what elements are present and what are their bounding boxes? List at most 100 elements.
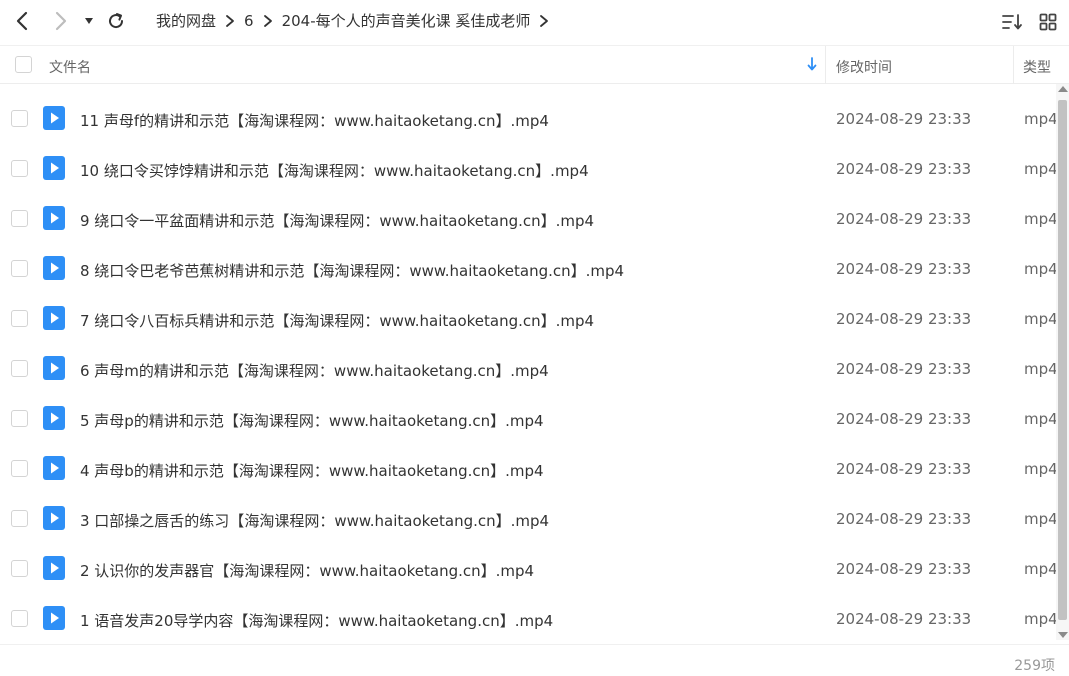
row-checkbox[interactable] <box>11 510 28 527</box>
item-count: 259项 <box>1014 658 1055 674</box>
file-name[interactable]: 1 语音发声20导学内容【海淘课程网：www.haitaoketang.cn】.… <box>80 610 553 631</box>
forward-button[interactable] <box>48 8 74 34</box>
file-type: mp4 <box>1024 310 1056 328</box>
sort-button[interactable] <box>1000 10 1024 34</box>
video-file-icon <box>43 556 65 580</box>
file-list: 11 声母f的精讲和示范【海淘课程网：www.haitaoketang.cn】.… <box>0 94 1056 644</box>
table-row[interactable]: 3 口部操之唇舌的练习【海淘课程网：www.haitaoketang.cn】.m… <box>0 494 1056 544</box>
file-modified-time: 2024-08-29 23:33 <box>836 160 972 178</box>
video-file-icon <box>43 206 65 230</box>
file-modified-time: 2024-08-29 23:33 <box>836 310 972 328</box>
column-header-name[interactable]: 文件名 <box>49 57 91 77</box>
file-name[interactable]: 2 认识你的发声器官【海淘课程网：www.haitaoketang.cn】.mp… <box>80 560 534 581</box>
table-row[interactable]: 11 声母f的精讲和示范【海淘课程网：www.haitaoketang.cn】.… <box>0 94 1056 144</box>
video-file-icon <box>43 306 65 330</box>
chevron-right-icon <box>225 14 235 28</box>
grid-view-icon <box>1039 13 1057 31</box>
footer-divider <box>0 644 1069 645</box>
back-button[interactable] <box>9 8 35 34</box>
breadcrumb-item-folder[interactable]: 6 <box>244 12 254 30</box>
video-file-icon <box>43 506 65 530</box>
file-modified-time: 2024-08-29 23:33 <box>836 360 972 378</box>
caret-down-icon <box>85 18 93 24</box>
file-modified-time: 2024-08-29 23:33 <box>836 510 972 528</box>
column-divider[interactable] <box>1013 46 1014 84</box>
file-modified-time: 2024-08-29 23:33 <box>836 410 972 428</box>
row-checkbox[interactable] <box>11 110 28 127</box>
column-header: 文件名 修改时间 类型 <box>0 45 1069 84</box>
table-row[interactable]: 8 绕口令巴老爷芭蕉树精讲和示范【海淘课程网：www.haitaoketang.… <box>0 244 1056 294</box>
file-modified-time: 2024-08-29 23:33 <box>836 260 972 278</box>
breadcrumb-item-current[interactable]: 204-每个人的声音美化课 奚佳成老师 <box>282 10 531 31</box>
chevron-left-icon <box>16 11 28 31</box>
table-row[interactable]: 2 认识你的发声器官【海淘课程网：www.haitaoketang.cn】.mp… <box>0 544 1056 594</box>
file-modified-time: 2024-08-29 23:33 <box>836 210 972 228</box>
file-type: mp4 <box>1024 260 1056 278</box>
file-name[interactable]: 7 绕口令八百标兵精讲和示范【海淘课程网：www.haitaoketang.cn… <box>80 310 594 331</box>
file-type: mp4 <box>1024 110 1056 128</box>
history-dropdown-button[interactable] <box>80 8 98 34</box>
file-type: mp4 <box>1024 410 1056 428</box>
row-checkbox[interactable] <box>11 260 28 277</box>
file-name[interactable]: 3 口部操之唇舌的练习【海淘课程网：www.haitaoketang.cn】.m… <box>80 510 549 531</box>
file-name[interactable]: 4 声母b的精讲和示范【海淘课程网：www.haitaoketang.cn】.m… <box>80 460 544 481</box>
file-name[interactable]: 10 绕口令买饽饽精讲和示范【海淘课程网：www.haitaoketang.cn… <box>80 160 589 181</box>
breadcrumb: 我的网盘 6 204-每个人的声音美化课 奚佳成老师 <box>156 10 558 31</box>
grid-view-button[interactable] <box>1036 10 1060 34</box>
column-header-modified-time[interactable]: 修改时间 <box>836 57 892 77</box>
row-checkbox[interactable] <box>11 160 28 177</box>
table-row[interactable]: 7 绕口令八百标兵精讲和示范【海淘课程网：www.haitaoketang.cn… <box>0 294 1056 344</box>
scroll-up-arrow-icon[interactable] <box>1058 86 1068 92</box>
video-file-icon <box>43 606 65 630</box>
row-checkbox[interactable] <box>11 310 28 327</box>
file-name[interactable]: 11 声母f的精讲和示范【海淘课程网：www.haitaoketang.cn】.… <box>80 110 549 131</box>
file-type: mp4 <box>1024 510 1056 528</box>
vertical-scrollbar[interactable] <box>1056 84 1069 640</box>
column-header-type[interactable]: 类型 <box>1023 57 1051 77</box>
row-checkbox[interactable] <box>11 360 28 377</box>
refresh-button[interactable] <box>103 8 129 34</box>
video-file-icon <box>43 356 65 380</box>
file-name[interactable]: 9 绕口令一平盆面精讲和示范【海淘课程网：www.haitaoketang.cn… <box>80 210 594 231</box>
file-type: mp4 <box>1024 210 1056 228</box>
file-modified-time: 2024-08-29 23:33 <box>836 610 972 628</box>
file-type: mp4 <box>1024 610 1056 628</box>
table-row[interactable]: 6 声母m的精讲和示范【海淘课程网：www.haitaoketang.cn】.m… <box>0 344 1056 394</box>
video-file-icon <box>43 256 65 280</box>
file-type: mp4 <box>1024 160 1056 178</box>
file-type: mp4 <box>1024 460 1056 478</box>
scrollbar-thumb[interactable] <box>1058 100 1067 620</box>
scroll-down-arrow-icon[interactable] <box>1058 632 1068 638</box>
refresh-icon <box>109 13 124 29</box>
column-divider[interactable] <box>825 46 826 84</box>
sort-down-arrow-icon[interactable] <box>806 56 818 76</box>
chevron-right-icon <box>263 14 273 28</box>
file-name[interactable]: 8 绕口令巴老爷芭蕉树精讲和示范【海淘课程网：www.haitaoketang.… <box>80 260 624 281</box>
video-file-icon <box>43 156 65 180</box>
table-row[interactable]: 9 绕口令一平盆面精讲和示范【海淘课程网：www.haitaoketang.cn… <box>0 194 1056 244</box>
file-type: mp4 <box>1024 360 1056 378</box>
chevron-right-icon <box>55 11 67 31</box>
row-checkbox[interactable] <box>11 560 28 577</box>
file-name[interactable]: 5 声母p的精讲和示范【海淘课程网：www.haitaoketang.cn】.m… <box>80 410 544 431</box>
select-all-checkbox[interactable] <box>15 56 32 73</box>
row-checkbox[interactable] <box>11 410 28 427</box>
table-row[interactable]: 1 语音发声20导学内容【海淘课程网：www.haitaoketang.cn】.… <box>0 594 1056 644</box>
file-modified-time: 2024-08-29 23:33 <box>836 460 972 478</box>
chevron-right-icon[interactable] <box>539 14 549 28</box>
video-file-icon <box>43 406 65 430</box>
breadcrumb-item-root[interactable]: 我的网盘 <box>156 10 216 31</box>
sort-list-icon <box>1002 14 1022 30</box>
file-modified-time: 2024-08-29 23:33 <box>836 560 972 578</box>
row-checkbox[interactable] <box>11 460 28 477</box>
table-row[interactable]: 4 声母b的精讲和示范【海淘课程网：www.haitaoketang.cn】.m… <box>0 444 1056 494</box>
table-row[interactable]: 5 声母p的精讲和示范【海淘课程网：www.haitaoketang.cn】.m… <box>0 394 1056 444</box>
file-type: mp4 <box>1024 560 1056 578</box>
file-modified-time: 2024-08-29 23:33 <box>836 110 972 128</box>
video-file-icon <box>43 456 65 480</box>
video-file-icon <box>43 106 65 130</box>
table-row[interactable]: 10 绕口令买饽饽精讲和示范【海淘课程网：www.haitaoketang.cn… <box>0 144 1056 194</box>
file-name[interactable]: 6 声母m的精讲和示范【海淘课程网：www.haitaoketang.cn】.m… <box>80 360 549 381</box>
row-checkbox[interactable] <box>11 610 28 627</box>
row-checkbox[interactable] <box>11 210 28 227</box>
